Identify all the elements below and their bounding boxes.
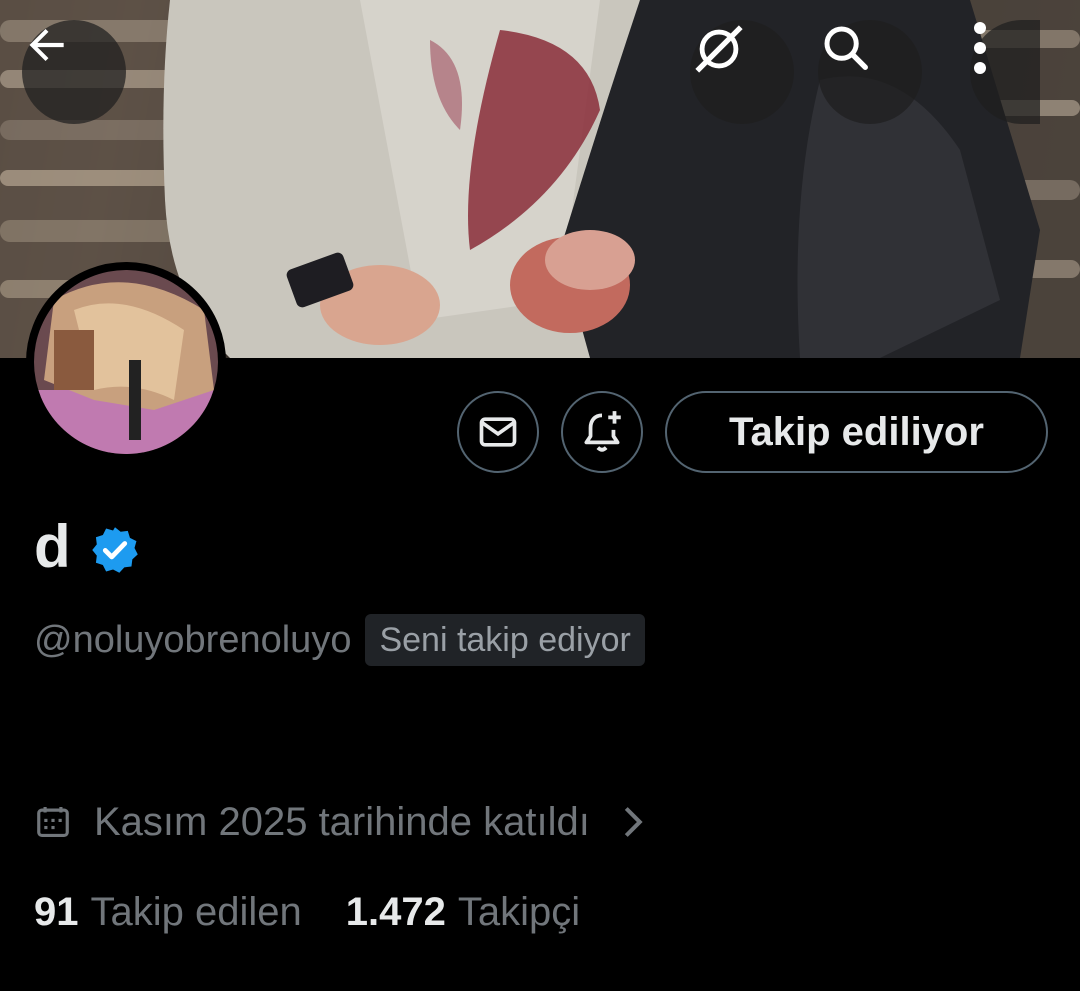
following-button[interactable]: Takip ediliyor	[665, 391, 1048, 473]
joined-date-text: Kasım 2025 tarihinde katıldı	[94, 800, 590, 844]
message-button[interactable]	[457, 391, 539, 473]
followers-label: Takipçi	[457, 890, 581, 934]
profile-name-row: d	[34, 512, 141, 582]
grok-button[interactable]	[690, 20, 794, 124]
display-name: d	[34, 513, 71, 580]
calendar-icon	[37, 806, 69, 838]
bell-plus-icon	[584, 411, 621, 452]
back-button[interactable]	[22, 20, 126, 124]
avatar-image	[34, 270, 218, 454]
more-vertical-icon	[974, 22, 986, 74]
user-handle: @noluyobrenoluyo	[34, 619, 352, 661]
followers-stat[interactable]: 1.472 Takipçi	[346, 884, 580, 940]
search-button[interactable]	[818, 20, 922, 124]
arrow-left-icon	[29, 28, 64, 62]
mail-icon	[479, 417, 517, 447]
following-stat[interactable]: 91 Takip edilen	[34, 884, 302, 940]
follows-you-badge: Seni takip ediyor	[365, 614, 645, 666]
notification-button[interactable]	[561, 391, 643, 473]
follow-stats: 91 Takip edilen 1.472 Takipçi	[34, 884, 580, 940]
followers-count: 1.472	[345, 890, 446, 934]
following-label: Takip edilen	[90, 890, 302, 934]
verified-badge-icon	[91, 527, 138, 573]
joined-date-row[interactable]: Kasım 2025 tarihinde katıldı	[34, 797, 648, 847]
handle-row: @noluyobrenoluyo Seni takip ediyor	[34, 612, 645, 668]
avatar[interactable]	[26, 262, 226, 462]
chevron-right-icon	[624, 807, 643, 837]
grok-icon	[695, 25, 743, 73]
following-count: 91	[34, 890, 79, 934]
search-icon	[824, 26, 868, 70]
